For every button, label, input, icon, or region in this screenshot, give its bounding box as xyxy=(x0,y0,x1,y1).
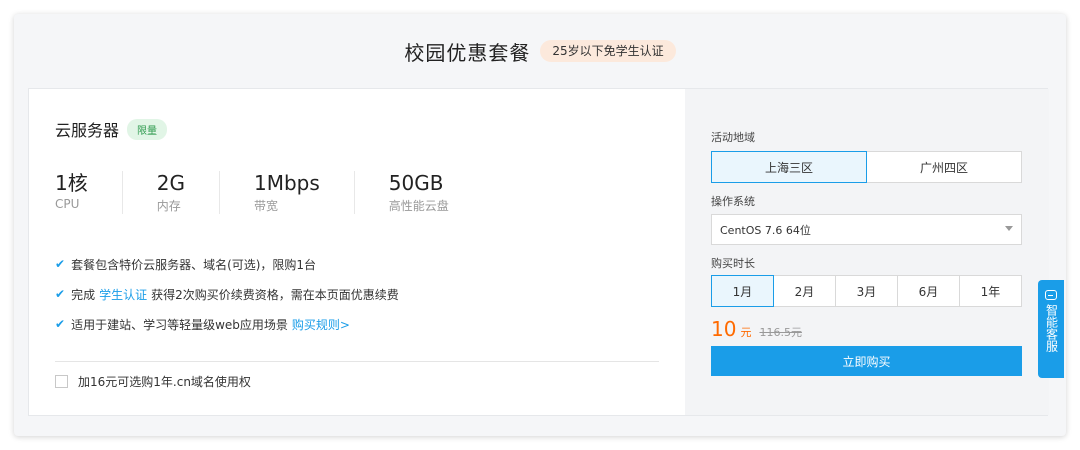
spec-label: 带宽 xyxy=(253,199,278,213)
os-select[interactable]: CentOS 7.6 64位 xyxy=(711,214,1022,245)
region-label: 活动地域 xyxy=(711,131,755,144)
spec-disk: 50GB 高性能云盘 xyxy=(353,171,483,214)
product-title-row: 云服务器 限量 xyxy=(55,117,168,141)
spec-list: 1核 CPU 2G 内存 1Mbps 带宽 50GB 高性能云盘 xyxy=(55,171,483,214)
spec-label: 内存 xyxy=(156,199,181,213)
spec-memory: 2G 内存 xyxy=(121,171,219,214)
buy-now-button[interactable]: 立即购买 xyxy=(711,346,1022,376)
feature-item: ✔ 完成 学生认证 获得2次购买价续费资格，需在本页面优惠续费 xyxy=(55,279,399,309)
product-info: 云服务器 限量 1核 CPU 2G 内存 1Mbps 带宽 50GB 高性能云盘… xyxy=(29,89,685,415)
price-unit: 元 xyxy=(740,326,752,339)
price-row: 10 元 116.5元 xyxy=(711,317,802,341)
feature-text: 套餐包含特价云服务器、域名(可选)，限购1台 xyxy=(71,257,317,272)
limited-badge: 限量 xyxy=(127,118,168,140)
purchase-config: 活动地域 上海三区 广州四区 操作系统 CentOS 7.6 64位 购买时长 … xyxy=(685,89,1049,415)
feature-text: 适用于建站、学习等轻量级web应用场景 xyxy=(71,317,288,332)
spec-value: 1核 xyxy=(55,171,88,195)
smart-service-button[interactable]: 智能客服 xyxy=(1038,280,1064,378)
header: 校园优惠套餐 25岁以下免学生认证 xyxy=(14,14,1066,88)
spec-label: 高性能云盘 xyxy=(388,199,449,213)
region-selector: 上海三区 广州四区 xyxy=(711,151,1022,183)
spec-label: CPU xyxy=(55,197,80,211)
product-name: 云服务器 xyxy=(55,121,120,140)
duration-option-2m[interactable]: 2月 xyxy=(774,275,836,307)
feature-item: ✔ 套餐包含特价云服务器、域名(可选)，限购1台 xyxy=(55,249,399,279)
feature-item: ✔ 适用于建站、学习等轻量级web应用场景 购买规则> xyxy=(55,309,399,339)
duration-selector: 1月 2月 3月 6月 1年 xyxy=(711,275,1022,307)
original-price: 116.5元 xyxy=(759,326,802,339)
page-title: 校园优惠套餐 xyxy=(404,40,531,65)
offer-card: 云服务器 限量 1核 CPU 2G 内存 1Mbps 带宽 50GB 高性能云盘… xyxy=(28,88,1049,416)
check-icon: ✔ xyxy=(55,287,66,301)
chat-icon xyxy=(1045,290,1057,300)
chevron-down-icon xyxy=(1005,226,1013,231)
region-option-guangzhou[interactable]: 广州四区 xyxy=(867,151,1022,183)
smart-service-label: 智能客服 xyxy=(1044,304,1059,352)
duration-option-3m[interactable]: 3月 xyxy=(836,275,898,307)
check-icon: ✔ xyxy=(55,317,66,331)
spec-value: 1Mbps xyxy=(253,171,320,195)
spec-value: 50GB xyxy=(388,171,444,195)
os-label: 操作系统 xyxy=(711,195,755,208)
duration-label: 购买时长 xyxy=(711,257,755,270)
student-auth-link[interactable]: 学生认证 xyxy=(99,286,147,303)
spec-value: 2G xyxy=(156,171,185,195)
domain-addon-label: 加16元可选购1年.cn域名使用权 xyxy=(78,375,251,389)
feature-list: ✔ 套餐包含特价云服务器、域名(可选)，限购1台 ✔ 完成 学生认证 获得2次购… xyxy=(55,249,399,339)
check-icon: ✔ xyxy=(55,257,66,271)
os-selected-value: CentOS 7.6 64位 xyxy=(720,223,811,237)
feature-text: 完成 xyxy=(71,287,96,302)
campus-offer-panel: 校园优惠套餐 25岁以下免学生认证 云服务器 限量 1核 CPU 2G 内存 1… xyxy=(14,14,1066,436)
domain-addon[interactable]: 加16元可选购1年.cn域名使用权 xyxy=(55,373,251,390)
current-price: 10 xyxy=(711,317,737,341)
student-badge: 25岁以下免学生认证 xyxy=(540,40,676,62)
divider xyxy=(55,361,659,362)
feature-text: 获得2次购买价续费资格，需在本页面优惠续费 xyxy=(151,287,399,302)
duration-option-1y[interactable]: 1年 xyxy=(960,275,1022,307)
domain-addon-checkbox[interactable] xyxy=(55,375,68,388)
spec-cpu: 1核 CPU xyxy=(55,171,122,214)
spec-bandwidth: 1Mbps 带宽 xyxy=(218,171,354,214)
duration-option-6m[interactable]: 6月 xyxy=(898,275,960,307)
duration-option-1m[interactable]: 1月 xyxy=(711,275,774,307)
region-option-shanghai[interactable]: 上海三区 xyxy=(711,151,867,183)
purchase-rules-link[interactable]: 购买规则> xyxy=(292,316,350,333)
